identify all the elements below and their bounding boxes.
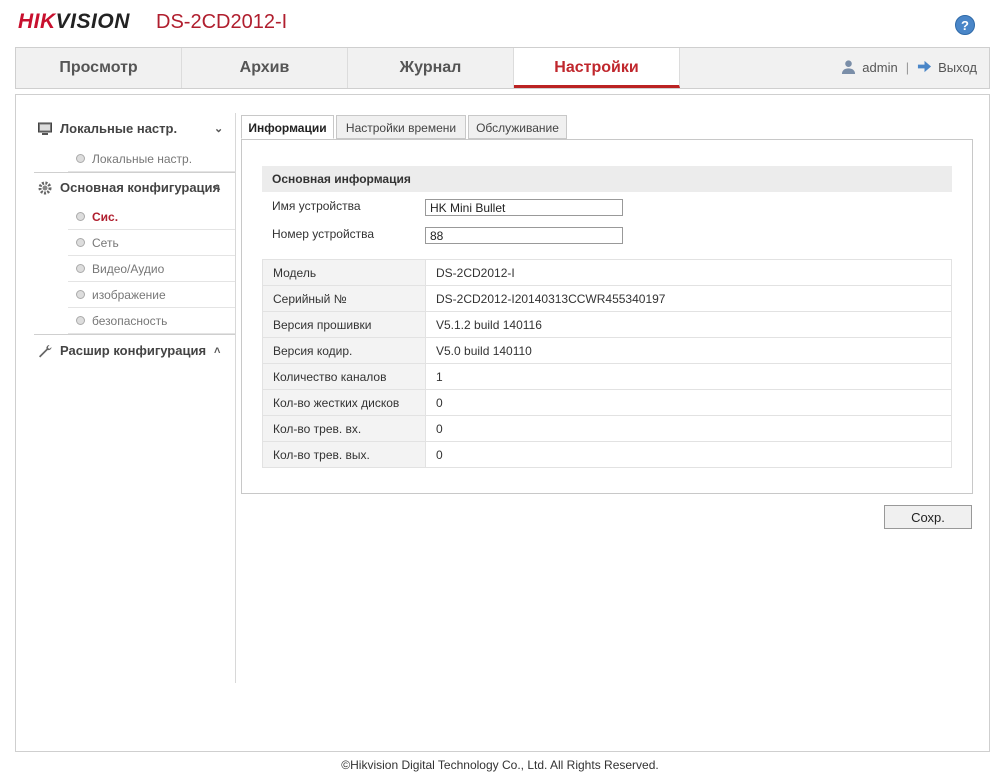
info-key: Модель <box>262 259 426 286</box>
info-key: Кол-во жестких дисков <box>262 389 426 416</box>
device-name-input[interactable] <box>425 199 623 216</box>
bullet-icon <box>76 264 85 273</box>
logout-icon <box>918 60 932 73</box>
chevron-up-icon: ˄ <box>214 182 221 194</box>
sidebar-item-label: безопасность <box>92 314 168 328</box>
sidebar-item-label: Сеть <box>92 236 119 250</box>
save-button[interactable]: Сохр. <box>884 505 972 529</box>
bullet-icon <box>76 212 85 221</box>
device-number-label: Номер устройства <box>272 227 375 241</box>
device-name-label: Имя устройства <box>272 199 361 213</box>
sidebar-item-network[interactable]: Сеть <box>68 230 235 256</box>
sidebar-group-basic[interactable]: Основная конфигурация ˄ <box>34 172 235 204</box>
tab-time-settings[interactable]: Настройки времени <box>336 115 466 139</box>
tab-information[interactable]: Информации <box>241 115 334 139</box>
info-key: Кол-во трев. вых. <box>262 441 426 468</box>
logout-link[interactable]: Выход <box>938 60 977 75</box>
sidebar-item-local[interactable]: Локальные настр. <box>68 146 235 172</box>
settings-sidebar: Локальные настр. ⌄ Локальные настр. Осно… <box>34 113 236 683</box>
info-value: V5.0 build 140110 <box>425 337 952 364</box>
bullet-icon <box>76 316 85 325</box>
sidebar-item-image[interactable]: изображение <box>68 282 235 308</box>
sidebar-group-label: Основная конфигурация <box>60 180 221 195</box>
device-number-input[interactable] <box>425 227 623 244</box>
logo-brand: HIK <box>18 10 56 33</box>
question-mark-icon: ? <box>961 18 969 33</box>
section-title: Основная информация <box>262 166 952 192</box>
sidebar-item-label: Сис. <box>92 210 119 224</box>
sidebar-group-advanced[interactable]: Расшир конфигурация ˄ <box>34 335 235 367</box>
bullet-icon <box>76 238 85 247</box>
sidebar-item-label: Видео/Аудио <box>92 262 165 276</box>
tab-preview[interactable]: Просмотр <box>16 48 182 88</box>
sidebar-item-system[interactable]: Сис. <box>68 204 235 230</box>
main-nav: Просмотр Архив Журнал Настройки admin | Вы… <box>15 47 990 89</box>
tab-settings[interactable]: Настройки <box>514 48 680 88</box>
info-key: Количество каналов <box>262 363 426 390</box>
info-value: DS-2CD2012-I20140313CCWR455340197 <box>425 285 952 312</box>
user-icon <box>842 60 856 74</box>
hikvision-logo: HIKVISION <box>18 10 130 34</box>
app-header: HIKVISION DS-2CD2012-I ? <box>0 0 1000 46</box>
sidebar-group-label: Локальные настр. <box>60 121 178 136</box>
table-row: Версия прошивки V5.1.2 build 140116 <box>262 311 952 338</box>
info-value: V5.1.2 build 140116 <box>425 311 952 338</box>
username: admin <box>862 60 898 75</box>
logo-rest: VISION <box>55 10 130 33</box>
bullet-icon <box>76 290 85 299</box>
settings-panel: Локальные настр. ⌄ Локальные настр. Осно… <box>15 94 990 752</box>
info-key: Версия прошивки <box>262 311 426 338</box>
info-key: Серийный № <box>262 285 426 312</box>
table-row: Модель DS-2CD2012-I <box>262 259 952 286</box>
chevron-down-icon: ⌄ <box>214 123 224 135</box>
table-row: Количество каналов 1 <box>262 363 952 390</box>
info-key: Кол-во трев. вх. <box>262 415 426 442</box>
sidebar-item-label: Локальные настр. <box>92 152 193 166</box>
info-key: Версия кодир. <box>262 337 426 364</box>
device-info-table: Модель DS-2CD2012-I Серийный № DS-2CD2012-I… <box>262 259 952 468</box>
sidebar-item-label: изображение <box>92 288 166 302</box>
info-value: 0 <box>425 441 952 468</box>
user-box: admin | Выход <box>841 48 977 88</box>
sidebar-group-label: Расшир конфигурация <box>60 343 207 358</box>
info-value: 0 <box>425 389 952 416</box>
table-row: Версия кодир. V5.0 build 140110 <box>262 337 952 364</box>
tab-log[interactable]: Журнал <box>348 48 514 88</box>
gear-icon <box>38 181 52 195</box>
info-content: Основная информация Имя устройства Номер… <box>241 139 973 494</box>
device-model-title: DS-2CD2012-I <box>156 11 288 33</box>
sidebar-item-security[interactable]: безопасность <box>68 308 235 334</box>
bullet-icon <box>76 154 85 163</box>
footer-copyright: ©Hikvision Digital Technology Co., Ltd. … <box>341 758 659 772</box>
monitor-icon <box>38 122 52 135</box>
info-value: DS-2CD2012-I <box>425 259 952 286</box>
help-button[interactable]: ? <box>955 15 975 35</box>
tab-archive[interactable]: Архив <box>182 48 348 88</box>
table-row: Кол-во трев. вых. 0 <box>262 441 952 468</box>
wrench-icon <box>39 344 52 358</box>
table-row: Кол-во жестких дисков 0 <box>262 389 952 416</box>
chevron-up-icon: ˄ <box>214 345 221 357</box>
info-value: 0 <box>425 415 952 442</box>
sidebar-item-video-audio[interactable]: Видео/Аудио <box>68 256 235 282</box>
tab-maintenance[interactable]: Обслуживание <box>468 115 567 139</box>
table-row: Кол-во трев. вх. 0 <box>262 415 952 442</box>
table-row: Серийный № DS-2CD2012-I20140313CCWR455340… <box>262 285 952 312</box>
info-value: 1 <box>425 363 952 390</box>
sidebar-group-local[interactable]: Локальные настр. ⌄ <box>34 113 235 145</box>
